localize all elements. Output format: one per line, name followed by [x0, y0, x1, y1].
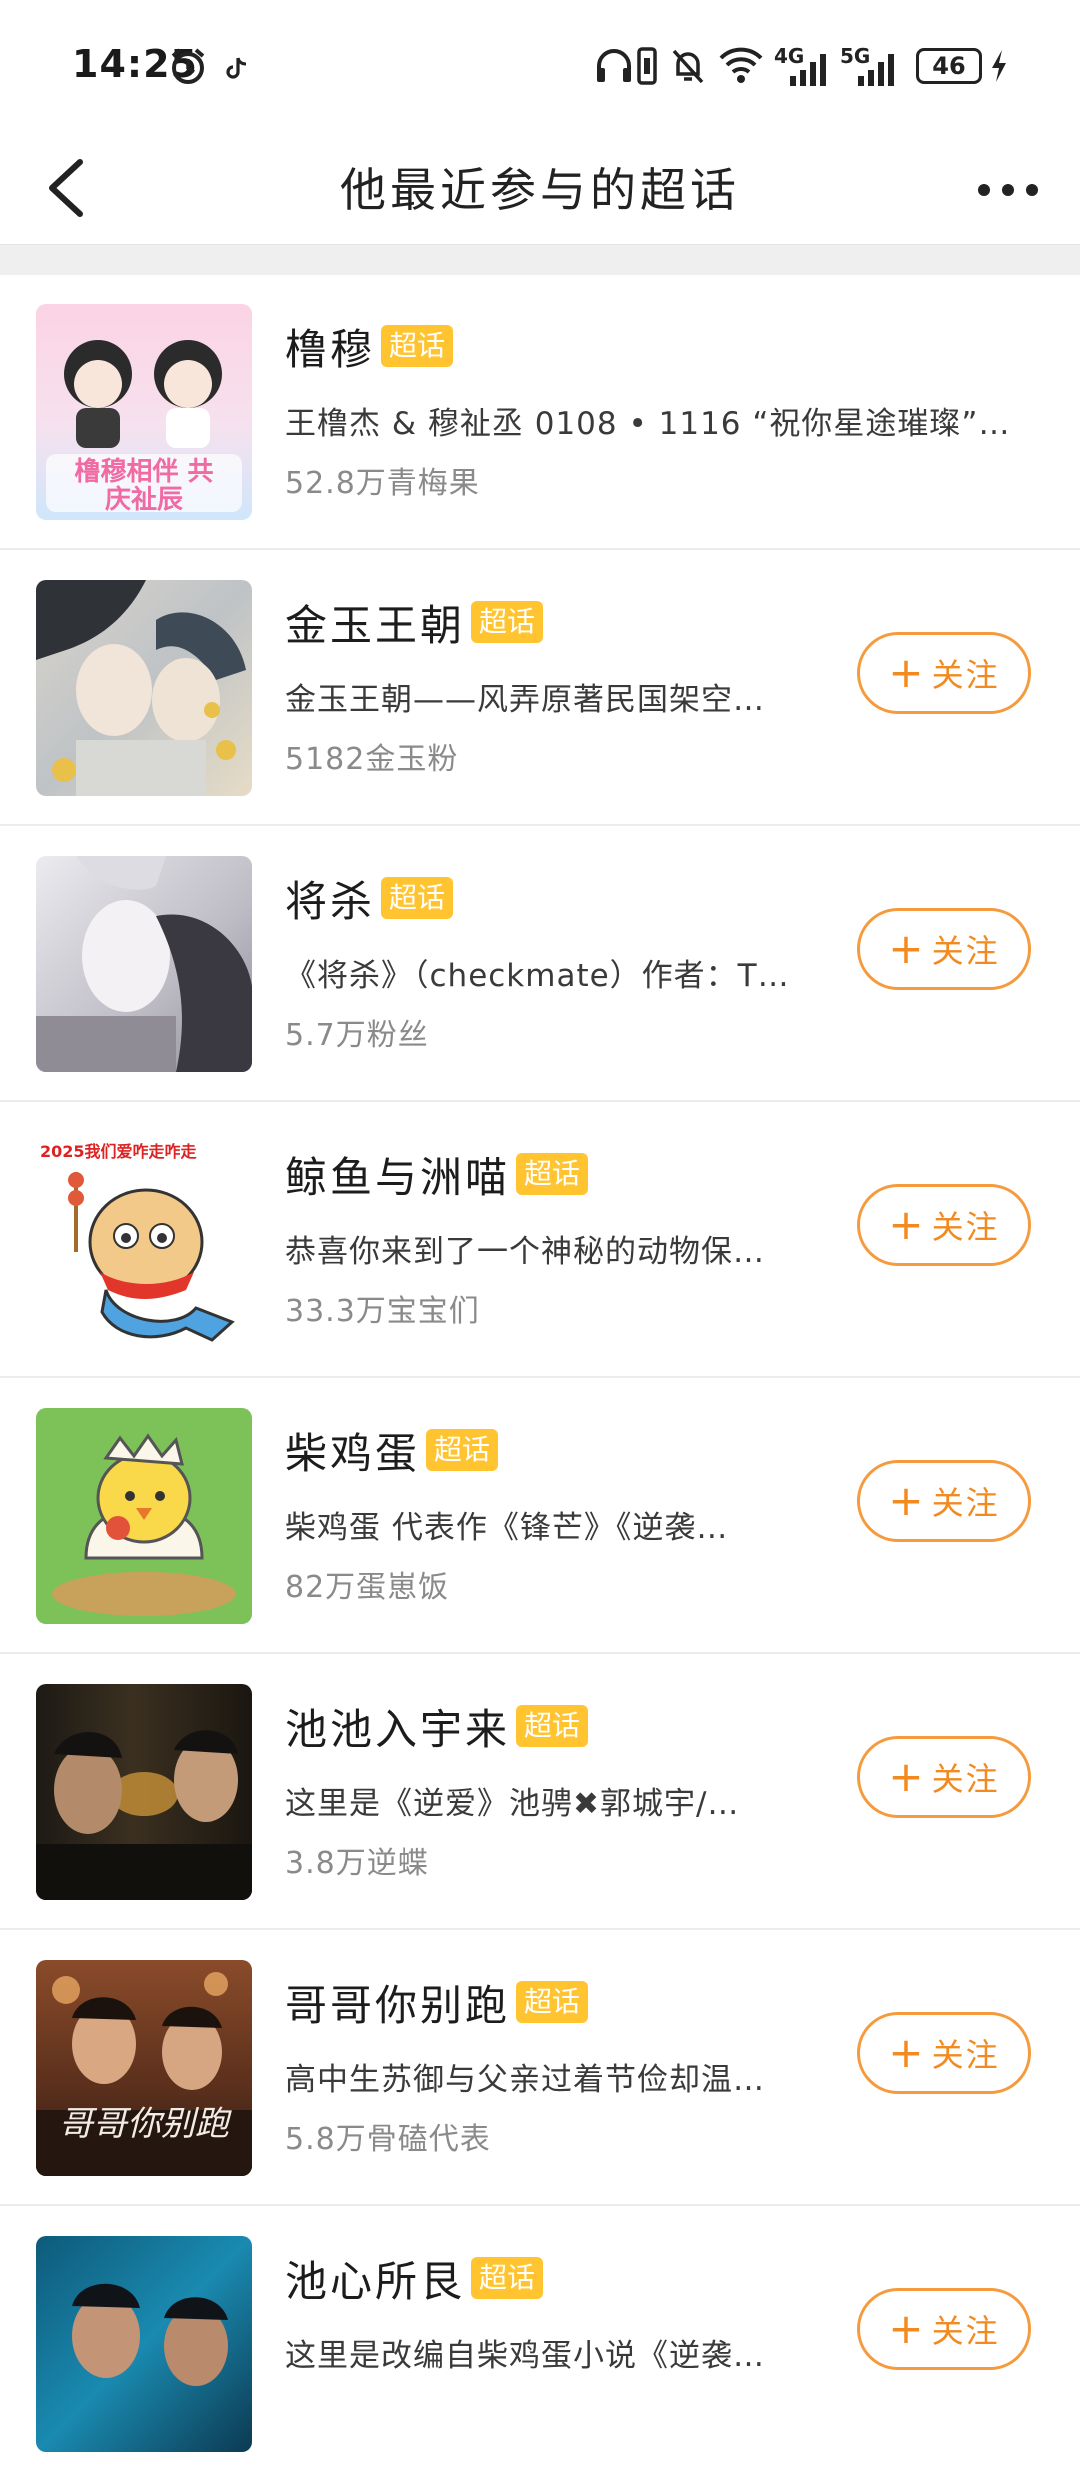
battery-indicator: 46 — [916, 48, 982, 84]
more-options-icon[interactable] — [968, 160, 1048, 220]
topic-name-row: 池池入宇来 超话 — [285, 1698, 589, 1754]
topic-description: 这里是《逆爱》池骋✖郭城宇/… — [285, 1786, 740, 1822]
tiktok-icon — [226, 57, 247, 79]
topic-cover-image — [36, 1408, 252, 1624]
list-item[interactable]: 橹穆相伴 共庆祉辰 橹穆 超话 王橹杰 & 穆祉丞 0108 • 1116 “祝… — [0, 274, 1080, 550]
follow-button[interactable]: + 关注 — [857, 2288, 1031, 2370]
topic-description: 金玉王朝——风弄原著民国架空… — [285, 682, 765, 718]
follow-button-label: 关注 — [931, 2312, 1000, 2350]
supertopic-badge: 超话 — [381, 877, 454, 919]
plus-icon: + — [888, 924, 926, 973]
topic-cover-image: 哥哥你别跑 — [36, 1960, 252, 2176]
topic-fan-count: 5182金玉粉 — [285, 742, 459, 777]
cover-caption: 哥哥你别跑 — [59, 2104, 229, 2144]
topic-description: 王橹杰 & 穆祉丞 0108 • 1116 “祝你星途璀璨”… — [285, 406, 1011, 442]
follow-button[interactable]: + 关注 — [857, 2012, 1031, 2094]
alarm-icon — [171, 48, 205, 84]
supertopic-badge: 超话 — [471, 2257, 544, 2299]
cover-caption: 橹穆相伴 共庆祉辰 — [74, 457, 214, 515]
topic-name-row: 池心所艮 超话 — [285, 2250, 544, 2306]
topic-name-row: 哥哥你别跑 超话 — [285, 1974, 589, 2030]
follow-button[interactable]: + 关注 — [857, 632, 1031, 714]
list-item[interactable]: 2025我们爱咋走咋走 鲸鱼与洲喵 超话 恭喜你来到了一个神秘的动物保… 33.… — [0, 1102, 1080, 1378]
follow-button-label: 关注 — [931, 656, 1000, 694]
headphones-icon — [597, 49, 631, 82]
topic-cover-image — [36, 856, 252, 1072]
cover-caption: 2025我们爱咋走咋走 — [40, 1142, 197, 1161]
topic-description: 高中生苏御与父亲过着节俭却温… — [285, 2062, 765, 2098]
topic-description: 柴鸡蛋 代表作《锋芒》《逆袭… — [285, 1510, 729, 1546]
plus-icon: + — [888, 2028, 926, 2077]
follow-button-label: 关注 — [931, 932, 1000, 970]
topic-cover-image — [36, 1684, 252, 1900]
topic-name: 池心所艮 — [285, 2256, 466, 2306]
topic-fan-count: 3.8万逆蝶 — [285, 1846, 429, 1881]
wifi-icon — [719, 47, 763, 83]
nav-bar: 他最近参与的超话 — [0, 130, 1080, 246]
topic-fan-count: 5.7万粉丝 — [285, 1018, 429, 1053]
list-item[interactable]: 金玉王朝 超话 金玉王朝——风弄原著民国架空… 5182金玉粉 + 关注 — [0, 550, 1080, 826]
page-title: 他最近参与的超话 — [340, 163, 740, 217]
plus-icon: + — [888, 1752, 926, 1801]
topic-name: 将杀 — [285, 876, 376, 926]
supertopic-badge: 超话 — [381, 325, 454, 367]
topic-fan-count: 82万蛋崽饭 — [285, 1570, 450, 1605]
topic-description: 恭喜你来到了一个神秘的动物保… — [285, 1234, 765, 1270]
topic-description: 这里是改编自柴鸡蛋小说《逆袭… — [285, 2338, 765, 2374]
status-bar: 14:25 4G 5G 46 — [0, 0, 1080, 130]
topic-name: 哥哥你别跑 — [285, 1980, 511, 2030]
supertopic-badge: 超话 — [516, 1705, 589, 1747]
supertopic-badge: 超话 — [426, 1429, 499, 1471]
supertopic-badge: 超话 — [516, 1153, 589, 1195]
plus-icon: + — [888, 2304, 926, 2353]
topic-cover-image — [36, 2236, 252, 2452]
supertopic-badge: 超话 — [471, 601, 544, 643]
mute-bell-icon — [672, 49, 704, 84]
topic-fan-count: 33.3万宝宝们 — [285, 1294, 480, 1329]
plus-icon: + — [888, 1200, 926, 1249]
topic-fan-count: 5.8万骨磕代表 — [285, 2122, 491, 2157]
topic-name: 池池入宇来 — [285, 1704, 511, 1754]
follow-button[interactable]: + 关注 — [857, 908, 1031, 990]
follow-button-label: 关注 — [931, 1208, 1000, 1246]
charging-icon — [992, 50, 1006, 82]
list-item[interactable]: 池池入宇来 超话 这里是《逆爱》池骋✖郭城宇/… 3.8万逆蝶 + 关注 — [0, 1654, 1080, 1930]
vibrate-icon — [637, 47, 657, 85]
topic-name: 橹穆 — [285, 324, 376, 374]
battery-level: 46 — [932, 52, 966, 80]
topic-name: 鲸鱼与洲喵 — [285, 1152, 511, 1202]
topic-cover-image — [36, 580, 252, 796]
follow-button-label: 关注 — [931, 1760, 1000, 1798]
plus-icon: + — [888, 1476, 926, 1525]
topic-fan-count: 52.8万青梅果 — [285, 466, 480, 501]
topic-name-row: 将杀 超话 — [285, 870, 454, 926]
supertopic-badge: 超话 — [516, 1981, 589, 2023]
follow-button-label: 关注 — [931, 2036, 1000, 2074]
list-item[interactable]: 哥哥你别跑 哥哥你别跑 超话 高中生苏御与父亲过着节俭却温… 5.8万骨磕代表 … — [0, 1930, 1080, 2206]
signal-4g-icon — [790, 54, 826, 86]
topic-name-row: 金玉王朝 超话 — [285, 594, 544, 650]
signal-5g-icon — [858, 54, 894, 86]
topic-cover-image: 2025我们爱咋走咋走 — [36, 1132, 252, 1348]
follow-button[interactable]: + 关注 — [857, 1736, 1031, 1818]
list-item[interactable]: 将杀 超话 《将杀》（checkmate）作者：T… 5.7万粉丝 + 关注 — [0, 826, 1080, 1102]
topic-name-row: 鲸鱼与洲喵 超话 — [285, 1146, 589, 1202]
follow-button[interactable]: + 关注 — [857, 1460, 1031, 1542]
topic-name-row: 橹穆 超话 — [285, 318, 454, 374]
supertopic-list: 橹穆相伴 共庆祉辰 橹穆 超话 王橹杰 & 穆祉丞 0108 • 1116 “祝… — [0, 274, 1080, 2482]
section-divider — [0, 244, 1080, 275]
topic-cover-image: 橹穆相伴 共庆祉辰 — [36, 304, 252, 520]
topic-name: 柴鸡蛋 — [285, 1428, 421, 1478]
follow-button[interactable]: + 关注 — [857, 1184, 1031, 1266]
follow-button-label: 关注 — [931, 1484, 1000, 1522]
topic-name-row: 柴鸡蛋 超话 — [285, 1422, 499, 1478]
plus-icon: + — [888, 648, 926, 697]
topic-description: 《将杀》（checkmate）作者：T… — [285, 958, 790, 994]
list-item[interactable]: 池心所艮 超话 这里是改编自柴鸡蛋小说《逆袭… + 关注 — [0, 2206, 1080, 2482]
list-item[interactable]: 柴鸡蛋 超话 柴鸡蛋 代表作《锋芒》《逆袭… 82万蛋崽饭 + 关注 — [0, 1378, 1080, 1654]
topic-name: 金玉王朝 — [285, 600, 466, 650]
